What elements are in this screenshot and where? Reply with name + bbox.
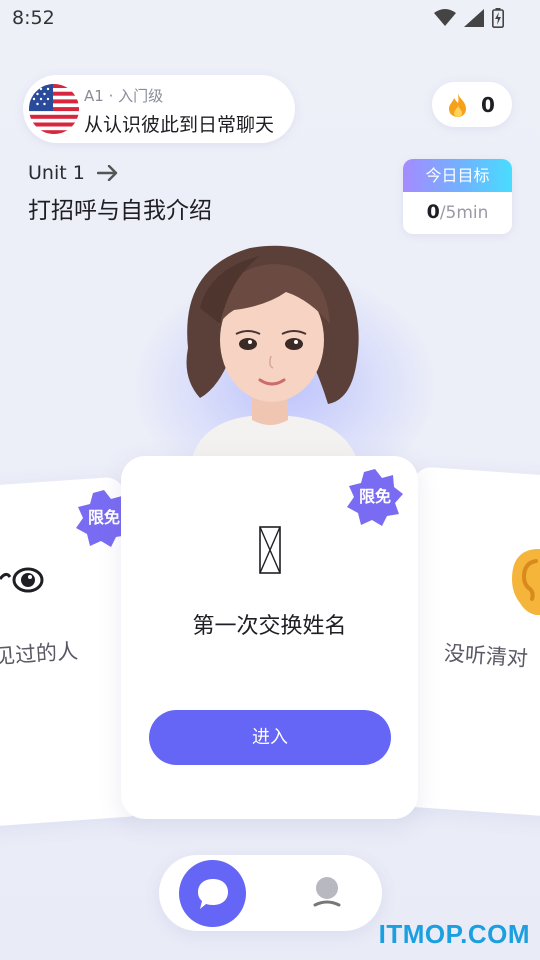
signal-icon [464,9,484,27]
us-flag-icon [29,84,79,134]
lesson-title: 第一次交换姓名 [192,614,347,639]
missing-glyph-icon [259,526,281,574]
ear-icon [512,549,540,615]
bottom-nav [159,855,382,931]
daily-goal-total: /5min [439,203,489,223]
unit-link[interactable]: Unit 1 [28,162,119,184]
chat-bubble-icon [198,879,228,909]
daily-goal-progress: 0/5min [403,192,512,233]
ai-tutor-avatar [186,245,360,468]
wifi-icon [434,9,456,26]
status-time: 8:52 [12,7,55,29]
watermark: ITMOP.COM [378,919,530,949]
eye-icon [0,567,44,593]
unit-label: Unit 1 [28,162,85,184]
nav-chat-button[interactable] [179,860,246,927]
lesson-card-next-title: 没听清对 [443,641,529,671]
daily-goal-card[interactable]: 今日目标 0/5min [403,159,512,234]
daily-goal-header: 今日目标 [403,159,512,192]
status-icons [434,8,504,28]
daily-goal-done: 0 [426,201,440,223]
arrow-right-icon [96,164,118,182]
fire-icon [449,93,466,117]
unit-title: 打招呼与自我介绍 [28,198,212,224]
course-level: A1 · 入门级 [84,87,164,105]
streak-counter[interactable]: 0 [432,82,512,127]
streak-count: 0 [481,93,495,117]
course-name: 从认识彼此到日常聊天 [84,114,275,136]
enter-button[interactable]: 进入 [149,710,391,765]
lesson-card-previous-title: 见过的人 [0,639,79,669]
battery-icon [492,8,504,28]
course-selector[interactable]: A1 · 入门级 从认识彼此到日常聊天 [23,75,295,143]
profile-icon[interactable] [309,875,345,911]
free-badge-center: 限免 [345,467,405,527]
free-badge-center-label: 限免 [358,487,391,506]
